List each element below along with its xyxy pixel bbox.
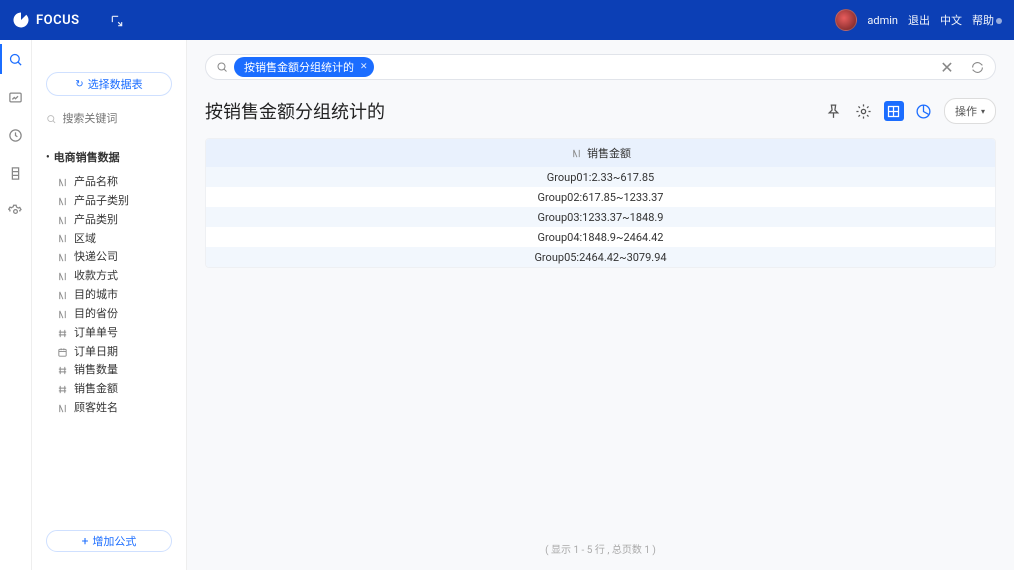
field-label: 销售数量 (74, 363, 118, 378)
table-header[interactable]: 销售金额 (206, 139, 995, 167)
table-row[interactable]: Group05:2464.42~3079.94 (206, 247, 995, 267)
table-row[interactable]: Group02:617.85~1233.37 (206, 187, 995, 207)
table-row[interactable]: Group04:1848.9~2464.42 (206, 227, 995, 247)
query-pill[interactable]: 按销售金额分组统计的✕ (234, 57, 374, 77)
field-type-icon (56, 365, 68, 377)
page-title: 按销售金额分组统计的 (205, 98, 385, 124)
field-label: 产品名称 (74, 175, 118, 190)
lang-link[interactable]: 中文 (940, 12, 962, 28)
field-type-icon (56, 403, 68, 415)
field-type-icon (56, 271, 68, 283)
field-type-icon (56, 308, 68, 320)
search-icon (216, 58, 228, 77)
chart-type-icon[interactable] (914, 101, 934, 121)
brand-name: FOCUS (36, 13, 80, 28)
field-label: 目的城市 (74, 288, 118, 303)
field-type-icon (56, 346, 68, 358)
field-label: 订单单号 (74, 326, 118, 341)
avatar[interactable] (835, 9, 857, 31)
pagination-info: ( 显示 1 - 5 行 , 总页数 1 ) (205, 533, 996, 564)
sidebar: ↻选择数据表 电商销售数据 产品名称产品子类别产品类别区域快递公司收款方式目的城… (32, 40, 187, 570)
logout-link[interactable]: 退出 (908, 12, 930, 28)
field-label: 区域 (74, 232, 96, 247)
refresh-icon[interactable] (970, 60, 984, 74)
field-item[interactable]: 快递公司 (42, 248, 180, 267)
field-type-icon (56, 195, 68, 207)
field-label: 顾客姓名 (74, 401, 118, 416)
field-type-icon (56, 214, 68, 226)
pin-icon[interactable] (824, 101, 844, 121)
grid-view-icon[interactable] (884, 101, 904, 121)
nav-settings-icon[interactable] (7, 202, 25, 220)
field-label: 快递公司 (74, 250, 118, 265)
sidebar-search-input[interactable] (62, 112, 172, 125)
brand-logo-icon (12, 11, 30, 29)
field-label: 收款方式 (74, 269, 118, 284)
field-type-icon (56, 252, 68, 264)
table-row[interactable]: Group03:1233.37~1848.9 (206, 207, 995, 227)
user-name[interactable]: admin (867, 14, 898, 27)
nav-data-icon[interactable] (7, 164, 25, 182)
field-item[interactable]: 产品类别 (42, 211, 180, 230)
add-formula-button[interactable]: +增加公式 (46, 530, 172, 552)
field-item[interactable]: 顾客姓名 (42, 399, 180, 418)
field-item[interactable]: 目的省份 (42, 305, 180, 324)
field-label: 产品子类别 (74, 194, 129, 209)
field-item[interactable]: 产品名称 (42, 173, 180, 192)
field-type-icon (56, 289, 68, 301)
field-type-icon (56, 327, 68, 339)
brand: FOCUS (12, 11, 80, 29)
field-tree: 电商销售数据 产品名称产品子类别产品类别区域快递公司收款方式目的城市目的省份订单… (38, 147, 180, 522)
field-label: 产品类别 (74, 213, 118, 228)
field-item[interactable]: 区域 (42, 230, 180, 249)
title-row: 按销售金额分组统计的 操作▾ (205, 98, 996, 124)
clear-icon[interactable]: ✕ (940, 60, 954, 74)
nav-dashboard-icon[interactable] (7, 88, 25, 106)
field-type-icon (56, 176, 68, 188)
field-item[interactable]: 销售数量 (42, 361, 180, 380)
query-bar[interactable]: 按销售金额分组统计的✕ ✕ (205, 54, 996, 80)
field-item[interactable]: 订单单号 (42, 324, 180, 343)
pill-close-icon[interactable]: ✕ (360, 62, 368, 72)
field-item[interactable]: 订单日期 (42, 343, 180, 362)
gear-icon[interactable] (854, 101, 874, 121)
table-row[interactable]: Group01:2.33~617.85 (206, 167, 995, 187)
nav-search-icon[interactable] (7, 50, 25, 68)
main: 按销售金额分组统计的✕ ✕ 按销售金额分组统计的 操作▾ 销售金额 Group0… (187, 40, 1014, 570)
field-label: 订单日期 (74, 345, 118, 360)
field-item[interactable]: 目的城市 (42, 286, 180, 305)
operations-button[interactable]: 操作▾ (944, 98, 996, 124)
field-item[interactable]: 销售金额 (42, 380, 180, 399)
field-label: 目的省份 (74, 307, 118, 322)
column-type-icon (570, 147, 582, 159)
edit-icon[interactable] (110, 13, 124, 27)
app-header: FOCUS admin 退出 中文 帮助 (0, 0, 1014, 40)
field-label: 销售金额 (74, 382, 118, 397)
select-data-button[interactable]: ↻选择数据表 (46, 72, 172, 96)
result-table: 销售金额 Group01:2.33~617.85Group02:617.85~1… (205, 138, 996, 268)
nav-history-icon[interactable] (7, 126, 25, 144)
help-link[interactable]: 帮助 (972, 12, 1002, 28)
field-type-icon (56, 233, 68, 245)
sidebar-search[interactable] (38, 108, 180, 129)
dataset-name[interactable]: 电商销售数据 (42, 147, 180, 167)
nav-rail (0, 40, 32, 570)
field-item[interactable]: 产品子类别 (42, 192, 180, 211)
field-item[interactable]: 收款方式 (42, 267, 180, 286)
field-type-icon (56, 384, 68, 396)
layout: ↻选择数据表 电商销售数据 产品名称产品子类别产品类别区域快递公司收款方式目的城… (0, 40, 1014, 570)
header-right: admin 退出 中文 帮助 (835, 9, 1002, 31)
